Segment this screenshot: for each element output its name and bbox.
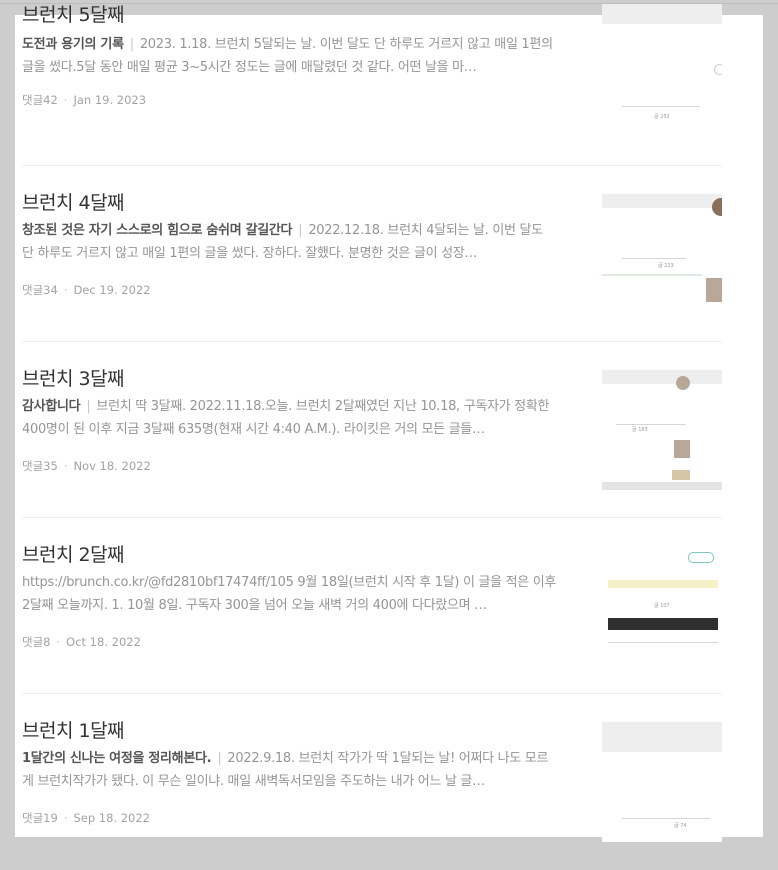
- post-subtitle: 1달간의 신나는 여정을 정리해본다.: [22, 751, 212, 766]
- post-thumbnail[interactable]: 글 252: [602, 4, 722, 124]
- meta-dot: ·: [63, 93, 68, 107]
- post-meta: 댓글42 · Jan 19. 2023: [22, 92, 146, 108]
- post-excerpt-text: https://brunch.co.kr/@fd2810bf17474ff/10…: [22, 575, 557, 613]
- post-meta: 댓글8 · Oct 18. 2022: [22, 634, 141, 650]
- post-list: 브런치 5달째 도전과 용기의 기록 | 2023. 1.18. 브런치 5달되는 …: [15, 0, 763, 870]
- post-thumbnail[interactable]: 글 183: [602, 370, 722, 490]
- thumb-header: [602, 722, 722, 752]
- thumb-photo: [674, 440, 690, 458]
- post-subtitle: 도전과 용기의 기록: [22, 37, 124, 52]
- comment-count: 댓글42: [22, 93, 58, 107]
- thumb-text: 글 183: [632, 427, 648, 433]
- meta-dot: ·: [56, 635, 61, 649]
- post-date: Nov 18. 2022: [73, 459, 151, 473]
- post-excerpt[interactable]: 1달간의 신나는 여정을 정리해본다. | 2022.9.18. 브런치 작가가 딱…: [22, 747, 557, 793]
- thumb-button: [688, 552, 714, 563]
- post-thumbnail[interactable]: 글 223: [602, 194, 722, 314]
- thumb-photo: [672, 470, 690, 480]
- comment-count: 댓글19: [22, 811, 58, 825]
- thumb-text: 글 74: [674, 823, 687, 829]
- thumb-header: [602, 370, 722, 384]
- post-title[interactable]: 브런치 4달째: [22, 188, 125, 215]
- thumb-avatar: [712, 198, 722, 216]
- post-date: Jan 19. 2023: [73, 93, 147, 107]
- separator: |: [217, 751, 222, 766]
- post-meta: 댓글34 · Dec 19. 2022: [22, 282, 151, 298]
- thumb-divider: [622, 106, 700, 107]
- post-date: Oct 18. 2022: [66, 635, 141, 649]
- thumb-row: [602, 274, 702, 276]
- thumb-taskbar: [602, 482, 722, 490]
- post-thumbnail[interactable]: 글 74: [602, 722, 722, 842]
- post-meta: 댓글19 · Sep 18. 2022: [22, 810, 150, 826]
- post-list-page: 브런치 5달째 도전과 용기의 기록 | 2023. 1.18. 브런치 5달되는 …: [15, 4, 763, 842]
- thumb-divider: [622, 818, 710, 819]
- thumb-header: [602, 4, 722, 24]
- post-item[interactable]: 브런치 4달째 창조된 것은 자기 스스로의 힘으로 숨쉬며 갈길간다 | 2022…: [22, 166, 722, 342]
- thumb-text: 글 107: [654, 603, 670, 609]
- meta-dot: ·: [63, 811, 68, 825]
- meta-dot: ·: [63, 283, 68, 297]
- thumb-photo: [706, 278, 722, 302]
- separator: |: [129, 37, 134, 52]
- thumb-notice: [608, 580, 718, 588]
- post-subtitle: 감사합니다: [22, 399, 81, 414]
- separator: |: [298, 223, 303, 238]
- comment-count: 댓글8: [22, 635, 51, 649]
- thumb-text: 글 252: [654, 114, 670, 120]
- post-excerpt-text: 브런치 딱 3달째. 2022.11.18.오늘. 브런치 2달째였던 지난 1…: [22, 399, 550, 437]
- post-date: Dec 19. 2022: [73, 283, 151, 297]
- comment-count: 댓글35: [22, 459, 58, 473]
- post-thumbnail[interactable]: 글 107: [602, 546, 722, 666]
- post-item[interactable]: 브런치 1달째 1달간의 신나는 여정을 정리해본다. | 2022.9.18. 브…: [22, 694, 722, 870]
- thumb-text: 글 223: [658, 263, 674, 269]
- post-item[interactable]: 브런치 3달째 감사합니다 | 브런치 딱 3달째. 2022.11.18.오늘. …: [22, 342, 722, 518]
- post-title[interactable]: 브런치 5달째: [22, 0, 125, 27]
- post-excerpt[interactable]: https://brunch.co.kr/@fd2810bf17474ff/10…: [22, 571, 557, 617]
- post-title[interactable]: 브런치 1달째: [22, 716, 125, 743]
- post-excerpt[interactable]: 창조된 것은 자기 스스로의 힘으로 숨쉬며 갈길간다 | 2022.12.18. …: [22, 219, 557, 265]
- post-subtitle: 창조된 것은 자기 스스로의 힘으로 숨쉬며 갈길간다: [22, 223, 293, 238]
- separator: |: [86, 399, 91, 414]
- thumb-avatar: [676, 376, 690, 390]
- post-item[interactable]: 브런치 2달째 https://brunch.co.kr/@fd2810bf17…: [22, 518, 722, 694]
- thumb-header: [602, 194, 722, 208]
- post-excerpt[interactable]: 도전과 용기의 기록 | 2023. 1.18. 브런치 5달되는 날. 이번 달도…: [22, 33, 557, 79]
- post-item[interactable]: 브런치 5달째 도전과 용기의 기록 | 2023. 1.18. 브런치 5달되는 …: [22, 0, 722, 166]
- post-meta: 댓글35 · Nov 18. 2022: [22, 458, 151, 474]
- thumb-divider: [616, 424, 686, 425]
- thumb-arrow: [714, 64, 722, 75]
- thumb-divider: [622, 258, 686, 259]
- post-date: Sep 18. 2022: [73, 811, 150, 825]
- meta-dot: ·: [63, 459, 68, 473]
- comment-count: 댓글34: [22, 283, 58, 297]
- thumb-divider: [608, 642, 718, 643]
- post-title[interactable]: 브런치 2달째: [22, 540, 125, 567]
- post-excerpt[interactable]: 감사합니다 | 브런치 딱 3달째. 2022.11.18.오늘. 브런치 2달째였…: [22, 395, 557, 441]
- post-title[interactable]: 브런치 3달째: [22, 364, 125, 391]
- thumb-banner: [608, 618, 718, 630]
